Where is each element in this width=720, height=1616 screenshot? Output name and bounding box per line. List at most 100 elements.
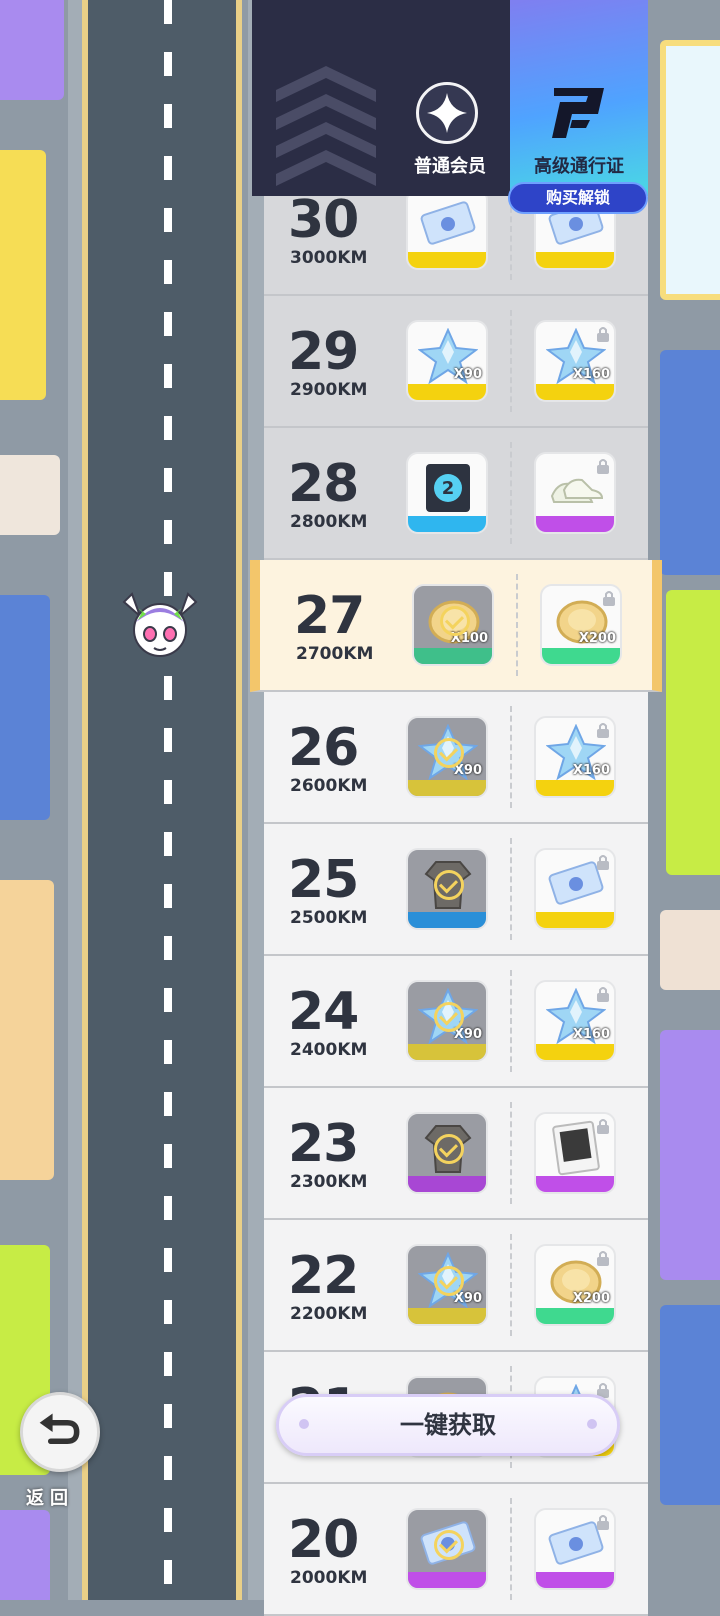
claim-all-button[interactable]: 一键获取	[276, 1394, 620, 1456]
reward-row-level-27: 27 2700KM X100 X200	[250, 560, 662, 692]
level-number: 30	[288, 190, 359, 250]
premium-reward-star-gem[interactable]: X160	[534, 320, 616, 402]
premium-reward-coin[interactable]: X200	[540, 584, 622, 666]
free-reward-star-gem[interactable]: X90	[406, 1244, 488, 1326]
decor-dot-icon	[587, 1419, 597, 1429]
rarity-bar	[408, 1572, 486, 1588]
premium-reward-shoes[interactable]	[534, 452, 616, 534]
svg-text:2: 2	[442, 478, 455, 499]
lock-icon	[597, 1251, 609, 1266]
back-button[interactable]	[20, 1392, 100, 1472]
level-distance: 2600KM	[290, 776, 368, 796]
reward-row-level-22: 22 2200KM X90 X200	[264, 1220, 648, 1352]
rarity-bar	[536, 516, 614, 532]
reward-row-level-24: 24 2400KM X90 X160	[264, 956, 648, 1088]
reward-quantity: X90	[453, 1291, 482, 1306]
claimed-check-icon	[434, 738, 464, 768]
level-number: 28	[288, 454, 359, 514]
building	[660, 1030, 720, 1280]
level-number: 24	[288, 982, 359, 1042]
rarity-bar	[408, 516, 486, 532]
back-label: 返回	[26, 1488, 74, 1509]
lock-icon	[597, 723, 609, 738]
building	[666, 590, 720, 875]
back-arrow-icon	[39, 1413, 80, 1445]
building	[0, 0, 64, 100]
free-member-badge-icon	[416, 82, 478, 144]
reward-quantity: X200	[578, 631, 616, 646]
premium-pass-logo-icon	[552, 88, 604, 138]
sidewalk	[248, 0, 264, 1600]
level-distance: 3000KM	[290, 248, 368, 268]
building	[0, 880, 54, 1180]
claimed-check-icon	[434, 1134, 464, 1164]
building	[0, 1510, 50, 1600]
rarity-bar	[542, 648, 620, 664]
row-divider	[510, 310, 512, 412]
level-number: 22	[288, 1246, 359, 1306]
claimed-check-icon	[440, 606, 470, 636]
free-reward-card-2[interactable]: 2	[406, 452, 488, 534]
premium-reward-ticket[interactable]	[534, 1508, 616, 1590]
building	[0, 595, 50, 820]
building	[660, 1305, 720, 1505]
free-reward-star-gem[interactable]: X90	[406, 980, 488, 1062]
level-distance: 2400KM	[290, 1040, 368, 1060]
row-divider	[510, 1234, 512, 1336]
premium-reward-star-gem[interactable]: X160	[534, 980, 616, 1062]
claim-all-label: 一键获取	[400, 1411, 496, 1439]
row-divider	[510, 706, 512, 808]
rarity-bar	[536, 1308, 614, 1324]
rarity-bar	[536, 1176, 614, 1192]
level-distance: 2200KM	[290, 1304, 368, 1324]
level-number: 23	[288, 1114, 359, 1174]
sidewalk	[68, 0, 82, 1600]
building	[660, 350, 720, 575]
premium-reward-ticket[interactable]	[534, 848, 616, 930]
reward-quantity: X90	[453, 1027, 482, 1042]
premium-reward-coin[interactable]: X200	[534, 1244, 616, 1326]
sparkle-icon	[427, 93, 467, 133]
row-divider	[516, 574, 518, 676]
rarity-bar	[536, 1572, 614, 1588]
level-distance: 2500KM	[290, 908, 368, 928]
level-distance: 2900KM	[290, 380, 368, 400]
lock-icon	[597, 855, 609, 870]
rarity-bar	[408, 1044, 486, 1060]
free-reward-ticket[interactable]	[406, 1508, 488, 1590]
rarity-bar	[408, 1308, 486, 1324]
level-distance: 2000KM	[290, 1568, 368, 1588]
free-reward-outfit[interactable]	[406, 1112, 488, 1194]
rarity-bar	[536, 912, 614, 928]
level-number: 29	[288, 322, 359, 382]
player-avatar-icon	[122, 592, 198, 657]
premium-reward-photo-card[interactable]	[534, 1112, 616, 1194]
reward-row-level-26: 26 2600KM X90 X160	[264, 692, 648, 824]
free-reward-star-gem[interactable]: X90	[406, 716, 488, 798]
lock-icon	[597, 987, 609, 1002]
ticket-icon	[418, 196, 478, 252]
rarity-bar	[536, 1044, 614, 1060]
reward-row-level-23: 23 2300KM	[264, 1088, 648, 1220]
decor-dot-icon	[299, 1419, 309, 1429]
free-reward-outfit[interactable]	[406, 848, 488, 930]
building	[660, 910, 720, 990]
reward-quantity: X160	[572, 1027, 610, 1042]
level-distance: 2300KM	[290, 1172, 368, 1192]
row-divider	[510, 1498, 512, 1600]
road	[82, 0, 242, 1600]
lock-icon	[597, 459, 609, 474]
free-reward-ticket[interactable]	[406, 188, 488, 270]
free-reward-star-gem[interactable]: X90	[406, 320, 488, 402]
pass-header: 普通会员 高级通行证	[252, 0, 648, 196]
claimed-check-icon	[434, 1530, 464, 1560]
rarity-bar	[408, 780, 486, 796]
rarity-bar	[408, 252, 486, 268]
chevron-stack-icon	[276, 66, 376, 186]
buy-unlock-button[interactable]: 购买解锁	[508, 182, 648, 214]
level-number: 25	[288, 850, 359, 910]
free-reward-coin[interactable]: X100	[412, 584, 494, 666]
lock-icon	[597, 1119, 609, 1134]
reward-quantity: X160	[572, 763, 610, 778]
premium-reward-star-gem[interactable]: X160	[534, 716, 616, 798]
